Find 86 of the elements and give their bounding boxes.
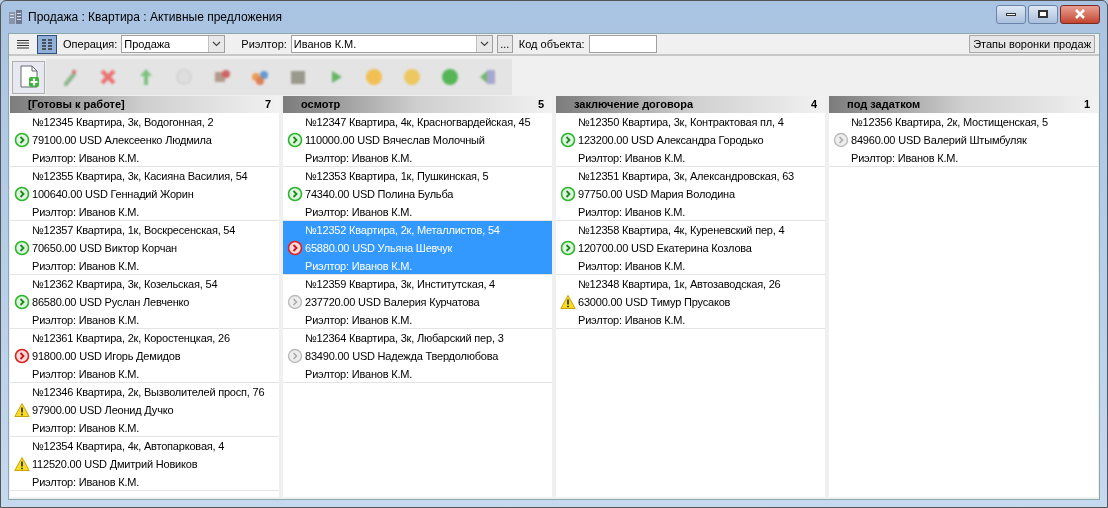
- object-summary: №12355 Квартира, 3к, Касияна Василия, 54: [32, 168, 248, 184]
- price-and-client: 97900.00 USD Леонид Дучко: [32, 402, 175, 418]
- object-summary: №12357 Квартира, 1к, Воскресенская, 54: [32, 222, 236, 238]
- realtor-name: Риэлтор: Иванов К.М.: [305, 150, 414, 166]
- realtor-name: Риэлтор: Иванов К.М.: [305, 312, 414, 328]
- close-icon: [1074, 9, 1086, 19]
- card-count: 1: [1083, 97, 1090, 113]
- object-code-label: Код объекта:: [518, 36, 585, 52]
- price-and-client: 63000.00 USD Тимур Прусаков: [578, 294, 732, 310]
- price-and-client: 91800.00 USD Игорь Демидов: [32, 348, 182, 364]
- object-summary: №12362 Квартира, 3к, Козельская, 54: [32, 276, 218, 292]
- realtor-name: Риэлтор: Иванов К.М.: [32, 366, 141, 382]
- object-summary: №12350 Квартира, 3к, Контрактовая пл, 4: [578, 114, 784, 130]
- price-and-client: 123200.00 USD Александра Городько: [578, 132, 765, 148]
- window-title: Продажа : Квартира : Активные предложения: [28, 9, 282, 26]
- object-summary: №12351 Квартира, 3к, Александровская, 63: [578, 168, 794, 184]
- realtor-name: Риэлтор: Иванов К.М.: [578, 150, 687, 166]
- caret-icon: [479, 41, 489, 47]
- warning-icon: [14, 401, 30, 418]
- list-icon: [17, 39, 29, 49]
- realtor-name: Риэлтор: Иванов К.М.: [578, 204, 687, 220]
- object-summary: №12345 Квартира, 3к, Водогонная, 2: [32, 114, 214, 130]
- price-and-client: 74340.00 USD Полина Бульба: [305, 186, 455, 202]
- caret-icon: [212, 41, 222, 47]
- price-and-client: 84960.00 USD Валерий Штымбуляк: [851, 132, 1028, 148]
- realtor-name: Риэлтор: Иванов К.М.: [305, 366, 414, 382]
- card-count: 5: [537, 97, 544, 113]
- cross-icon[interactable]: [98, 67, 118, 87]
- realtor-name: Риэлтор: Иванов К.М.: [32, 204, 141, 220]
- object-summary: №12346 Квартира, 2к, Вызволителей просп, 76: [32, 384, 265, 400]
- price-and-client: 65880.00 USD Ульяна Шевчук: [305, 240, 454, 256]
- warning-icon: [560, 293, 576, 310]
- realtor-label: Риэлтор:: [241, 36, 287, 52]
- new-document-button[interactable]: [12, 60, 45, 94]
- realtor-name: Риэлтор: Иванов К.М.: [305, 204, 414, 220]
- minimize-button[interactable]: [996, 4, 1026, 24]
- column-title: заключение договора: [574, 97, 695, 113]
- close-button[interactable]: [1060, 4, 1100, 24]
- realtor-name: Риэлтор: Иванов К.М.: [32, 258, 141, 274]
- price-and-client: 110000.00 USD Вячеслав Молочный: [305, 132, 486, 148]
- realtor-dropdown[interactable]: Иванов К.М.: [290, 35, 493, 53]
- back-arrow-icon[interactable]: [478, 67, 498, 87]
- column-title: осмотр: [301, 97, 342, 113]
- realtor-name: Риэлтор: Иванов К.М.: [578, 258, 687, 274]
- warning-icon: [14, 455, 30, 472]
- column-title: под задатком: [847, 97, 922, 113]
- buildings-icon: [8, 9, 24, 25]
- object-summary: №12356 Квартира, 2к, Мостищенская, 5: [851, 114, 1048, 130]
- price-and-client: 79100.00 USD Алексеенко Людмила: [32, 132, 213, 148]
- operation-label: Операция:: [63, 36, 118, 52]
- realtor-name: Риэлтор: Иванов К.М.: [32, 312, 141, 328]
- object-summary: №12348 Квартира, 1к, Автозаводская, 26: [578, 276, 781, 292]
- minimize-icon: [1006, 12, 1016, 16]
- price-and-client: 112520.00 USD Дмитрий Новиков: [32, 456, 199, 472]
- object-summary: №12347 Квартира, 4к, Красногвардейская, 45: [305, 114, 531, 130]
- price-and-client: 97750.00 USD Мария Володина: [578, 186, 736, 202]
- realtor-name: Риэлтор: Иванов К.М.: [32, 420, 141, 436]
- card-count: 4: [810, 97, 817, 113]
- columns-view-button[interactable]: [37, 34, 57, 54]
- price-and-client: 100640.00 USD Геннадий Жорин: [32, 186, 195, 202]
- object-summary: №12364 Квартира, 3к, Любарский пер, 3: [305, 330, 504, 346]
- sales-funnel-stages-button[interactable]: Этапы воронки продаж: [969, 35, 1095, 53]
- object-summary: №12353 Квартира, 1к, Пушкинская, 5: [305, 168, 489, 184]
- object-code-field[interactable]: [588, 35, 657, 53]
- columns-icon: [41, 38, 53, 50]
- price-and-client: 83490.00 USD Надежда Твердолюбова: [305, 348, 500, 364]
- price-and-client: 120700.00 USD Екатерина Козлова: [578, 240, 753, 256]
- realtor-name: Риэлтор: Иванов К.М.: [851, 150, 960, 166]
- object-summary: №12361 Квартира, 2к, Коростенцкая, 26: [32, 330, 230, 346]
- column-title: [Готовы к работе]: [28, 97, 126, 113]
- object-summary: №12358 Квартира, 4к, Куреневский пер, 4: [578, 222, 785, 238]
- realtor-name: Риэлтор: Иванов К.М.: [32, 150, 141, 166]
- price-and-client: 70650.00 USD Виктор Корчан: [32, 240, 178, 256]
- object-summary: №12359 Квартира, 3к, Институтская, 4: [305, 276, 496, 292]
- card-count: 7: [264, 97, 271, 113]
- more-button[interactable]: ...: [496, 35, 513, 53]
- price-and-client: 237720.00 USD Валерия Курчатова: [305, 294, 481, 310]
- realtor-name: Риэлтор: Иванов К.М.: [32, 474, 141, 490]
- price-and-client: 86580.00 USD Руслан Левченко: [32, 294, 191, 310]
- maximize-icon: [1038, 10, 1048, 18]
- object-summary: №12354 Квартира, 4к, Автопарковая, 4: [32, 438, 225, 454]
- realtor-name: Риэлтор: Иванов К.М.: [578, 312, 687, 328]
- object-summary: №12352 Квартира, 2к, Металлистов, 54: [305, 222, 500, 238]
- operation-dropdown[interactable]: Продажа: [121, 35, 226, 53]
- maximize-button[interactable]: [1028, 4, 1058, 24]
- realtor-name: Риэлтор: Иванов К.М.: [305, 258, 414, 274]
